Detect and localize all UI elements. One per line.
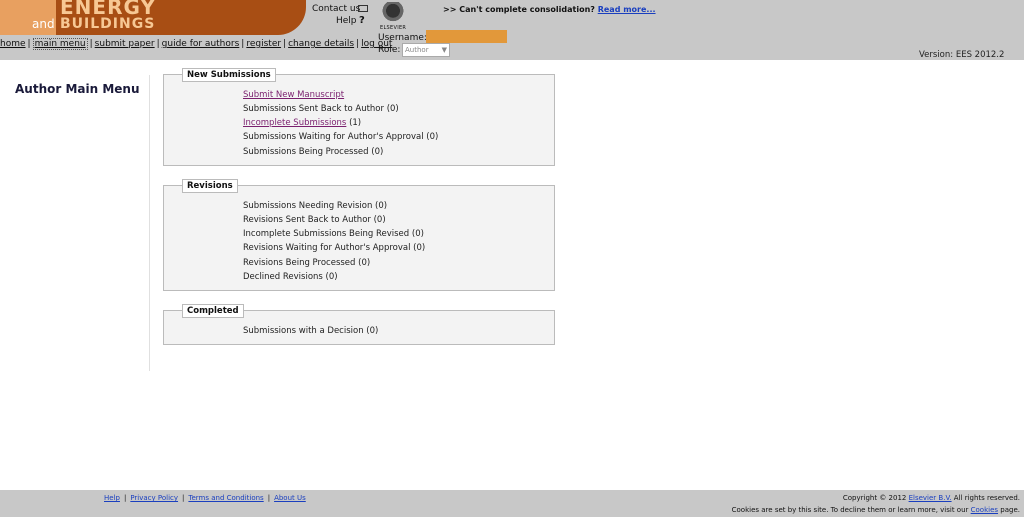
item-label: Submissions with a Decision [243,326,364,336]
menu-item-with-decision: Submissions with a Decision (0) [243,326,378,336]
menu-item-declined-revisions: Declined Revisions (0) [243,272,338,282]
contact-us-link[interactable]: Contact us [312,4,360,14]
submit-new-manuscript-link[interactable]: Submit New Manuscript [243,90,344,100]
item-label: Submissions Waiting for Author's Approva… [243,132,424,142]
item-count: (0) [325,272,338,282]
consolidation-notice: >> Can't complete consolidation? Read mo… [443,5,656,14]
menu-item-revisions-waiting: Revisions Waiting for Author's Approval … [243,243,425,253]
envelope-icon[interactable] [358,5,368,12]
footer-separator: | [267,494,271,502]
footer-privacy-link[interactable]: Privacy Policy [130,494,178,502]
item-label: Submissions Sent Back to Author [243,104,384,114]
item-count: (0) [386,104,399,114]
footer-separator: | [182,494,185,502]
nav-separator: | [89,39,93,49]
item-label: Revisions Being Processed [243,258,356,268]
item-label: Incomplete Submissions Being Revised [243,229,410,239]
footer-separator: | [123,494,127,502]
nav-separator: | [156,39,160,49]
journal-logo[interactable]: ENERGY and BUILDINGS [0,0,306,35]
footer-about-link[interactable]: About Us [274,494,306,502]
logo-line2: BUILDINGS [60,16,156,32]
chevron-down-icon: ▼ [441,46,447,54]
section-title: Completed [182,304,244,318]
nav-register[interactable]: register [246,39,281,49]
role-select[interactable]: Author ▼ [402,43,450,57]
item-label: Revisions Waiting for Author's Approval [243,243,411,253]
elsevier-wordmark: ELSEVIER [380,25,407,31]
section-completed: Completed Submissions with a Decision (0… [163,304,555,345]
item-label: Declined Revisions [243,272,323,282]
footer-bar: Help | Privacy Policy | Terms and Conditions… [0,490,1024,517]
section-revisions: Revisions Submissions Needing Revision (… [163,179,555,291]
page-title: Author Main Menu [15,82,140,96]
section-new-submissions: New Submissions Submit New Manuscript Su… [163,68,555,166]
item-label: Submissions Needing Revision [243,201,373,211]
footer-help-link[interactable]: Help [104,494,120,502]
item-count: (0) [426,132,439,142]
logo-and: and [32,17,55,31]
item-count: (0) [371,147,384,157]
menu-item-being-processed: Submissions Being Processed (0) [243,147,383,157]
footer-terms-link[interactable]: Terms and Conditions [188,494,263,502]
version-label: Version: EES 2012.2 [919,50,1005,60]
copyright-text: Copyright © 2012 Elsevier B.V. All right… [843,494,1020,502]
cookies-link[interactable]: Cookies [971,506,998,514]
item-label: Submissions Being Processed [243,147,369,157]
footer-links: Help | Privacy Policy | Terms and Conditions… [104,494,306,502]
menu-item-revisions-processed: Revisions Being Processed (0) [243,258,370,268]
main-nav: home | main menu | submit paper | guide for au… [0,38,392,50]
vertical-divider [149,75,150,371]
nav-submit-paper[interactable]: submit paper [95,39,155,49]
nav-guide-for-authors[interactable]: guide for authors [162,39,240,49]
elsevier-tree-icon [382,2,404,24]
nav-main-menu[interactable]: main menu [32,38,88,50]
item-count: (0) [366,326,379,336]
nav-home[interactable]: home [0,39,26,49]
notice-text: >> Can't complete consolidation? [443,5,595,14]
role-label: Role: [378,45,401,55]
read-more-link[interactable]: Read more... [598,5,656,14]
incomplete-submissions-link[interactable]: Incomplete Submissions [243,118,346,128]
section-title: New Submissions [182,68,276,82]
item-label: Revisions Sent Back to Author [243,215,371,225]
item-count: (0) [358,258,371,268]
item-count: (1) [349,118,362,128]
menu-item-sent-back: Submissions Sent Back to Author (0) [243,104,399,114]
section-title: Revisions [182,179,238,193]
question-mark-icon[interactable]: ? [359,15,365,26]
cookies-prefix: Cookies are set by this site. To decline… [731,506,969,514]
menu-item-needing-revision: Submissions Needing Revision (0) [243,201,387,211]
menu-item-waiting-approval: Submissions Waiting for Author's Approva… [243,132,438,142]
cookies-notice: Cookies are set by this site. To decline… [732,506,1020,514]
username-value-redacted [426,30,507,43]
menu-item-revisions-sent-back: Revisions Sent Back to Author (0) [243,215,386,225]
cookies-suffix: page. [1000,506,1020,514]
menu-item-incomplete-revised: Incomplete Submissions Being Revised (0) [243,229,424,239]
item-count: (0) [413,243,426,253]
item-count: (0) [375,201,388,211]
nav-change-details[interactable]: change details [288,39,354,49]
item-count: (0) [373,215,386,225]
menu-item-submit-new-manuscript[interactable]: Submit New Manuscript [243,90,344,100]
username-label: Username: [378,33,427,43]
nav-separator: | [27,39,31,49]
item-count: (0) [411,229,424,239]
role-select-value: Author [405,46,429,54]
copyright-prefix: Copyright © 2012 [842,494,907,502]
menu-item-incomplete-submissions[interactable]: Incomplete Submissions (1) [243,118,361,128]
copyright-suffix: All rights reserved. [953,494,1020,502]
help-link[interactable]: Help [336,16,357,26]
elsevier-link[interactable]: Elsevier B.V. [909,494,952,502]
header-bar: ENERGY and BUILDINGS Contact us Help ? E… [0,0,1024,60]
elsevier-logo: ELSEVIER [380,2,406,32]
